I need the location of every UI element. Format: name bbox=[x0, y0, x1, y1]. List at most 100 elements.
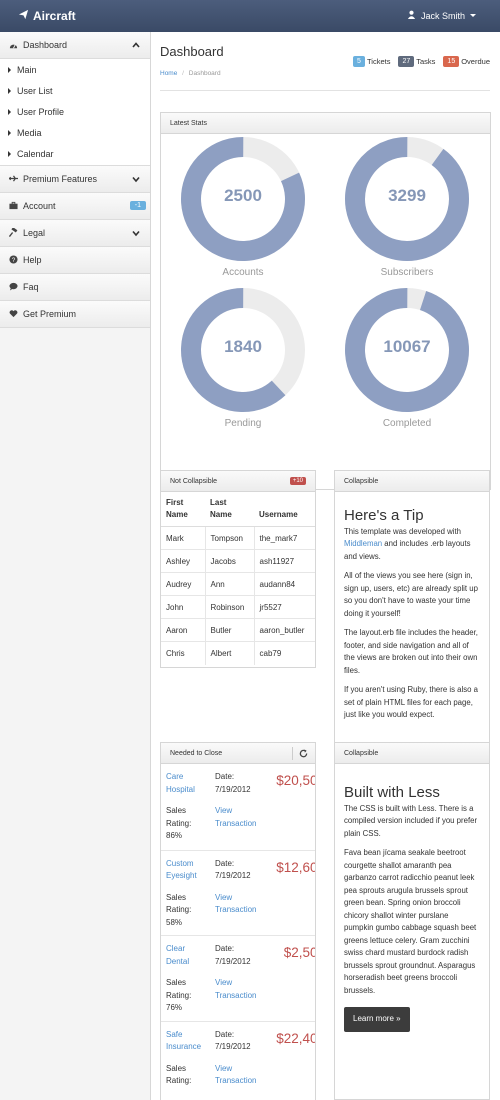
rating-value: 76% bbox=[166, 1003, 183, 1012]
view-transaction-link[interactable]: View Transaction bbox=[215, 805, 275, 830]
panel-title: Needed to Close bbox=[170, 749, 223, 757]
overdue-label: Overdue bbox=[461, 57, 490, 66]
view-transaction-link[interactable]: View Transaction bbox=[215, 892, 275, 917]
breadcrumb: Home / Dashboard bbox=[160, 70, 221, 77]
plane-icon bbox=[18, 9, 29, 23]
table-cell-first: John bbox=[161, 595, 205, 619]
date-label: Date: bbox=[215, 772, 235, 781]
breadcrumb-current: Dashboard bbox=[188, 70, 221, 77]
table-cell-first: Chris bbox=[161, 641, 205, 665]
deal-name-link[interactable]: Safe Insurance bbox=[166, 1029, 208, 1054]
table-cell-user: cab79 bbox=[253, 641, 315, 665]
stat-label: Accounts bbox=[222, 267, 264, 278]
table-row: Mark Tompson the_mark7 bbox=[161, 526, 315, 550]
table-cell-last: Ann bbox=[204, 572, 254, 596]
brand-logo[interactable]: Aircraft bbox=[18, 9, 76, 23]
sidebar-item-help[interactable]: ? Help bbox=[0, 246, 150, 274]
question-icon: ? bbox=[8, 255, 18, 265]
caret-right-icon bbox=[8, 108, 11, 115]
sidebar: Dashboard Main User List User Profile Me… bbox=[0, 32, 151, 1100]
column-header-first-name: First Name bbox=[161, 492, 205, 527]
needed-to-close-panel: Needed to Close Care Hospital Date: 7/19/2… bbox=[160, 742, 316, 1100]
date-label: Date: bbox=[215, 1029, 235, 1039]
sidebar-item-legal[interactable]: Legal bbox=[0, 219, 150, 247]
accounts-stat: 2500 Accounts bbox=[180, 137, 308, 278]
list-item: Care Hospital Date: 7/19/2012 $20,500 Sales … bbox=[161, 764, 315, 849]
sidebar-item-calendar[interactable]: Calendar bbox=[0, 144, 150, 165]
comment-icon bbox=[8, 282, 18, 292]
count-badge: +10 bbox=[289, 477, 306, 485]
overdue-counter[interactable]: 15 Overdue bbox=[443, 56, 490, 67]
pending-stat: 1840 Pending bbox=[180, 288, 308, 429]
sidebar-item-dashboard[interactable]: Dashboard bbox=[0, 32, 150, 59]
user-menu[interactable]: Jack Smith bbox=[407, 10, 476, 21]
sidebar-item-label: Premium Features bbox=[23, 173, 98, 184]
table-cell-user: aaron_butler bbox=[253, 618, 315, 642]
deal-date: Date: 7/19/2012 bbox=[215, 943, 251, 968]
view-transaction-link[interactable]: View Transaction bbox=[215, 1063, 275, 1088]
panel-header: Latest Stats bbox=[161, 113, 490, 134]
refresh-icon bbox=[299, 749, 308, 758]
rating-value: 58% bbox=[166, 917, 183, 927]
table-cell-first: Aaron bbox=[161, 618, 205, 642]
header-counters: 5 Tickets 27 Tasks 15 Overdue bbox=[349, 56, 490, 67]
refresh-button[interactable] bbox=[292, 747, 308, 760]
table-cell-user: jr5527 bbox=[253, 595, 315, 619]
deal-date: Date: 7/19/2012 bbox=[215, 858, 251, 883]
sidebar-item-main[interactable]: Main bbox=[0, 59, 150, 80]
sidebar-item-premium-features[interactable]: Premium Features bbox=[0, 165, 150, 193]
tip-paragraph: The layout.erb file includes the header,… bbox=[344, 628, 478, 675]
chevron-down-icon bbox=[132, 175, 140, 185]
caret-right-icon bbox=[8, 87, 11, 94]
sidebar-item-user-profile[interactable]: User Profile bbox=[0, 101, 150, 122]
latest-stats-panel: Latest Stats 2500 Accounts 3299 Subscribers… bbox=[160, 112, 491, 490]
deal-name-link[interactable]: Care Hospital bbox=[166, 771, 208, 796]
stat-value: 2500 bbox=[224, 186, 262, 205]
table-cell-last: Butler bbox=[204, 618, 254, 642]
sidebar-item-media[interactable]: Media bbox=[0, 123, 150, 144]
tasks-counter[interactable]: 27 Tasks bbox=[398, 56, 435, 67]
sales-rating: Sales Rating: 86% bbox=[166, 805, 206, 843]
rating-value: 86% bbox=[166, 831, 183, 840]
date-value: 7/19/2012 bbox=[215, 784, 251, 794]
sidebar-item-get-premium[interactable]: Get Premium bbox=[0, 300, 150, 328]
panel-header: Not Collapsible +10 bbox=[161, 471, 315, 492]
sidebar-item-faq[interactable]: Faq bbox=[0, 273, 150, 301]
rating-label: Sales Rating: bbox=[166, 1063, 192, 1086]
header-divider bbox=[160, 90, 490, 91]
less-paragraph: Fava bean jícama seakale beetroot courge… bbox=[344, 848, 477, 995]
deal-amount: $12,600 bbox=[276, 859, 315, 875]
overdue-badge: 15 bbox=[443, 56, 460, 67]
tickets-label: Tickets bbox=[366, 57, 391, 66]
table-row: Ashley Jacobs ash11927 bbox=[161, 549, 315, 573]
table-cell-last: Albert bbox=[204, 641, 254, 665]
panel-header: Needed to Close bbox=[161, 743, 315, 764]
breadcrumb-home-link[interactable]: Home bbox=[160, 70, 177, 77]
sales-rating: Sales Rating: 58% bbox=[166, 892, 206, 930]
breadcrumb-separator: / bbox=[182, 70, 184, 77]
caret-right-icon bbox=[8, 151, 11, 158]
table-row: Audrey Ann audann84 bbox=[161, 572, 315, 596]
date-label: Date: bbox=[215, 944, 235, 953]
stat-value: 10067 bbox=[383, 337, 431, 356]
column-header-last-name: Last Name bbox=[205, 492, 254, 527]
deal-name-link[interactable]: Custom Eyesight bbox=[166, 858, 208, 883]
view-transaction-link[interactable]: View Transaction bbox=[215, 977, 275, 1002]
less-panel: Collapsible Built with Less The CSS is b… bbox=[334, 742, 490, 1100]
learn-more-button[interactable]: Learn more » bbox=[344, 1007, 410, 1032]
date-value: 7/19/2012 bbox=[215, 871, 251, 880]
deal-name-link[interactable]: Clear Dental bbox=[166, 943, 208, 968]
table-cell-user: audann84 bbox=[253, 572, 315, 596]
sidebar-item-account[interactable]: Account -1 bbox=[0, 192, 150, 220]
stat-label: Subscribers bbox=[380, 267, 434, 278]
users-table-panel: Not Collapsible +10 First Name Last Name… bbox=[160, 470, 316, 668]
middleman-link[interactable]: Middleman bbox=[344, 539, 382, 548]
sidebar-item-user-list[interactable]: User List bbox=[0, 80, 150, 101]
tickets-counter[interactable]: 5 Tickets bbox=[352, 56, 391, 67]
chevron-down-icon bbox=[132, 229, 140, 239]
column-header-username: Username bbox=[254, 492, 315, 527]
top-navbar: Aircraft Jack Smith bbox=[0, 0, 500, 32]
table-row: Aaron Butler aaron_butler bbox=[161, 618, 315, 642]
tip-paragraph: This template was developed with Middlem… bbox=[344, 526, 480, 564]
list-item: Custom Eyesight Date: 7/19/2012 $12,600 Sale… bbox=[161, 849, 315, 935]
